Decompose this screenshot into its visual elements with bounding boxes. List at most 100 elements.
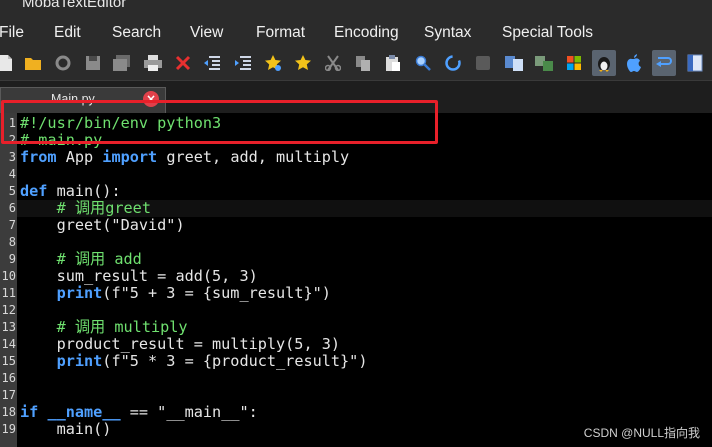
code-token: # 调用 add [56,250,142,268]
outdent-icon[interactable] [200,50,224,76]
code-token: # 调用greet [56,199,151,217]
line-number: 4 [8,167,16,181]
code-token: print [56,284,103,302]
reload-icon[interactable] [51,50,75,76]
menu-encoding[interactable]: Encoding [334,24,399,42]
code-line[interactable]: 15 print(f"5 * 3 = {product_result}") [0,353,712,370]
code-text: if __name__ == "__main__": [20,404,258,421]
code-token: (f"5 + 3 = {sum_result}") [102,284,331,302]
code-line[interactable]: 14 product_result = multiply(5, 3) [0,336,712,353]
windows-icon[interactable] [562,50,586,76]
code-line[interactable]: 11 print(f"5 + 3 = {sum_result}") [0,285,712,302]
line-number: 11 [1,286,16,300]
code-line[interactable]: 18 if __name__ == "__main__": [0,404,712,421]
code-text: main() [20,420,112,438]
code-token: greet("David") [20,216,185,234]
code-token: if [20,403,39,421]
indent-icon[interactable] [231,50,255,76]
code-line[interactable]: 9 # 调用 add [0,251,712,268]
line-number: 14 [1,337,16,351]
code-token: main() [20,420,112,438]
copy-icon[interactable] [351,50,375,76]
line-number: 15 [1,354,16,368]
code-text: # 调用greet [20,200,151,217]
panel-icon[interactable] [683,50,707,76]
code-line[interactable]: 5 def main(): [0,183,712,200]
menu-edit[interactable]: Edit [54,24,81,42]
menu-special-tools[interactable]: Special Tools [502,24,593,42]
line-number: 13 [1,320,16,334]
code-token: __name__ [47,403,121,421]
close-file-icon[interactable] [171,50,195,76]
line-number: 10 [1,269,16,283]
find-replace-icon[interactable] [441,50,465,76]
code-token: greet, add, multiply [157,148,350,166]
find-icon[interactable] [411,50,435,76]
line-number: 6 [8,201,16,215]
print-icon[interactable] [141,50,165,76]
code-line[interactable]: 12 [0,302,712,319]
menu-bar: File Edit Search View Format Encoding Sy… [0,20,712,46]
word-wrap-icon[interactable] [652,50,676,76]
code-text: from App import greet, add, multiply [20,149,349,166]
cut-icon[interactable] [321,50,345,76]
menu-format[interactable]: Format [256,24,305,42]
line-number: 5 [8,184,16,198]
open-folder-icon[interactable] [21,50,45,76]
sync-icon[interactable] [532,50,556,76]
code-token: product_result = multiply(5, 3) [20,335,341,353]
new-file-icon[interactable] [0,50,18,76]
code-text: # 调用 add [20,251,142,268]
code-line[interactable]: 6 # 调用greet [0,200,712,217]
toolbar [0,46,712,80]
paste-icon[interactable] [381,50,405,76]
code-line[interactable]: 17 [0,387,712,404]
mac-icon[interactable] [622,50,646,76]
code-token: sum_result = add(5, 3) [20,267,258,285]
watermark: CSDN @NULL指向我 [583,426,700,440]
split-view-icon[interactable] [502,50,526,76]
favorite-star-icon[interactable] [291,50,315,76]
line-number: 18 [1,405,16,419]
linux-icon[interactable] [592,50,616,76]
save-icon[interactable] [81,50,105,76]
line-number: 7 [8,218,16,232]
line-number: 12 [1,303,16,317]
code-token: # 调用 multiply [56,318,188,336]
code-line[interactable]: 16 [0,370,712,387]
line-number: 16 [1,371,16,385]
code-line[interactable]: 8 [0,234,712,251]
menu-syntax[interactable]: Syntax [424,24,471,42]
code-editor[interactable]: 1 #!/usr/bin/env python3 2 # main.py 3 from A… [0,113,712,447]
code-line[interactable]: 3 from App import greet, add, multiply [0,149,712,166]
code-text: print(f"5 * 3 = {product_result}") [20,352,368,370]
code-text: def main(): [20,183,121,200]
line-number: 8 [8,235,16,249]
code-line[interactable]: 4 [0,166,712,183]
code-token: main(): [47,182,121,200]
code-line[interactable]: 13 # 调用 multiply [0,319,712,336]
menu-search[interactable]: Search [112,24,161,42]
code-token: App [56,148,103,166]
code-text: greet("David") [20,217,185,234]
line-number: 17 [1,388,16,402]
code-token: from [20,148,57,166]
save-all-icon[interactable] [110,50,134,76]
code-token: (f"5 * 3 = {product_result}") [102,352,368,370]
code-token: print [56,352,103,370]
code-line[interactable]: 10 sum_result = add(5, 3) [0,268,712,285]
line-number: 9 [8,252,16,266]
code-line[interactable]: 7 greet("David") [0,217,712,234]
bookmark-star-icon[interactable] [261,50,285,76]
menu-file[interactable]: File [0,24,24,42]
title-bar: MobaTextEditor [0,0,712,20]
compare-icon[interactable] [471,50,495,76]
menu-view[interactable]: View [190,24,223,42]
line-number: 3 [8,150,16,164]
code-token: == "__main__": [120,403,258,421]
code-text: product_result = multiply(5, 3) [20,336,340,353]
